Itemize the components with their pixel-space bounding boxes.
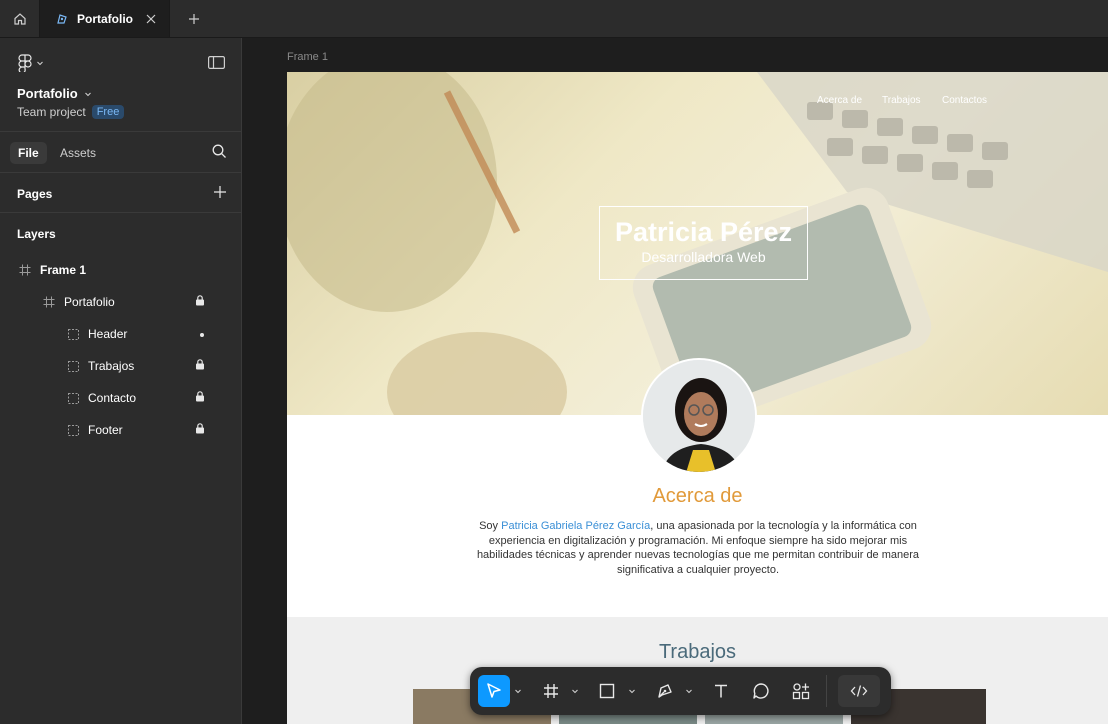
layer-contacto[interactable]: Contacto [66,382,242,414]
frame-tool-button[interactable] [536,675,566,707]
home-button[interactable] [0,0,40,37]
layer-footer[interactable]: Footer [66,414,242,446]
code-icon [850,685,868,697]
sidebar-panel-icon [208,56,226,70]
nav-link-contactos[interactable]: Contactos [942,95,987,106]
pen-icon [658,684,672,698]
layer-frame-1[interactable]: Frame 1 [18,254,86,286]
profile-photo [643,360,755,472]
tab-title: Portafolio [77,11,133,26]
hero-name: Patricia Pérez [614,217,793,247]
dot-icon[interactable] [199,327,205,341]
tab-portafolio[interactable]: Portafolio [40,0,170,37]
layer-label: Footer [88,423,123,437]
chevron-down-icon [84,92,91,96]
shape-tool-button[interactable] [592,675,622,707]
frame-1[interactable]: Acerca de Trabajos Contactos Patricia Pé… [287,72,1108,724]
frame-label[interactable]: Frame 1 [287,51,328,63]
text-tool-button[interactable] [706,675,736,707]
bottom-toolbar [470,667,891,715]
canvas[interactable]: Frame 1 Acerca de Trabajos Contactos Pat… [242,38,1108,724]
team-label: Team project [17,105,86,119]
frame-icon [18,263,32,277]
section-icon [66,423,80,437]
cursor-icon [487,683,501,698]
chevron-down-icon [686,689,692,694]
dev-mode-toggle[interactable] [838,675,880,707]
chevron-down-icon [37,61,43,66]
lock-icon[interactable] [195,423,205,437]
layer-label: Trabajos [88,359,135,373]
layer-label: Frame 1 [40,263,87,277]
frame-icon [544,684,558,698]
search-icon [212,144,226,158]
about-name-highlight: Patricia Gabriela Pérez García [501,520,651,532]
layer-label: Contacto [88,391,137,405]
comment-icon [753,683,769,699]
section-icon [66,391,80,405]
avatar[interactable] [641,358,757,474]
sidebar-tabs: File Assets [0,132,241,173]
about-text-pre: Soy [479,520,502,532]
about-text[interactable]: Soy Patricia Gabriela Pérez García, una … [468,519,928,577]
nav-link-acerca[interactable]: Acerca de [817,95,862,106]
chevron-down-icon [515,689,521,694]
chevron-down-icon [629,689,635,694]
design-file-icon [57,13,67,24]
add-page-button[interactable] [213,185,227,204]
plus-icon [189,13,199,24]
search-button[interactable] [212,144,227,164]
about-title[interactable]: Acerca de [287,485,1108,508]
project-name[interactable]: Portafolio [17,86,92,101]
lock-icon[interactable] [195,359,205,373]
layer-trabajos[interactable]: Trabajos [66,350,242,382]
pen-tool-menu[interactable] [683,675,695,707]
layer-portafolio[interactable]: Portafolio [42,286,242,318]
lock-icon[interactable] [195,295,205,309]
lock-icon[interactable] [195,391,205,405]
pages-title: Pages [17,187,53,201]
chevron-down-icon [572,689,578,694]
toolbar-divider [826,675,827,707]
works-title: Trabajos [658,641,737,663]
hero-title-box[interactable]: Patricia Pérez Desarrolladora Web [599,206,808,280]
tab-assets[interactable]: Assets [52,142,104,164]
hero-subtitle: Desarrolladora Web [641,249,766,265]
pages-section: Pages [0,173,241,213]
rectangle-icon [599,683,615,699]
tab-file[interactable]: File [10,142,47,164]
layers-title: Layers [17,227,56,241]
move-tool-button[interactable] [478,675,510,707]
team-line: Team project Free [17,105,125,119]
plan-badge[interactable]: Free [91,105,125,119]
home-icon [13,12,26,25]
left-sidebar: Portafolio Team project Free File Assets… [0,38,242,724]
section-icon [66,327,80,341]
new-tab-button[interactable] [176,0,212,37]
comment-tool-button[interactable] [746,675,776,707]
layer-label: Portafolio [64,295,115,309]
layer-label: Header [88,327,128,341]
toggle-panel-button[interactable] [208,56,226,74]
plus-icon [214,186,226,198]
main-menu-button[interactable] [18,54,44,72]
shape-tool-menu[interactable] [626,675,638,707]
sidebar-header: Portafolio Team project Free [0,38,241,132]
figma-logo-icon [18,54,32,72]
project-name-label: Portafolio [17,86,78,101]
actions-tool-button[interactable] [786,675,816,707]
layer-header[interactable]: Header [66,318,242,350]
text-icon [715,684,727,698]
layers-section: Layers [0,213,241,253]
frame-icon [42,295,56,309]
top-bar: Portafolio [0,0,1108,38]
actions-icon [792,683,810,700]
nav-link-trabajos[interactable]: Trabajos [882,95,921,106]
pen-tool-button[interactable] [650,675,680,707]
section-icon [66,359,80,373]
close-icon[interactable] [145,13,157,25]
move-tool-menu[interactable] [512,675,524,707]
frame-tool-menu[interactable] [569,675,581,707]
